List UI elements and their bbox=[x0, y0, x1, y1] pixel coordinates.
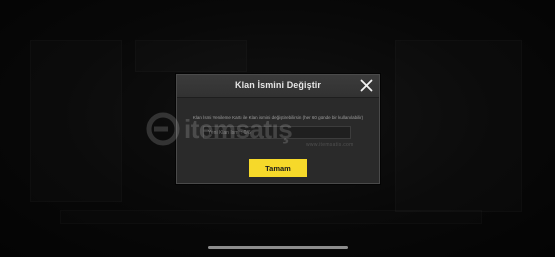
dialog-header: Klan İsmini Değiştir bbox=[177, 75, 379, 98]
game-screen: Klan İsmini Değiştir Klan İsmi Yenileme … bbox=[0, 0, 555, 257]
dialog-title: Klan İsmini Değiştir bbox=[234, 80, 322, 90]
ok-button[interactable]: Tamam bbox=[249, 159, 307, 177]
home-indicator[interactable] bbox=[208, 246, 348, 249]
clan-name-input[interactable] bbox=[203, 126, 351, 139]
close-button[interactable] bbox=[359, 78, 374, 93]
rename-clan-dialog: Klan İsmini Değiştir Klan İsmi Yenileme … bbox=[176, 74, 380, 184]
dialog-description: Klan İsmi Yenileme Kartı ile Klan ismini… bbox=[192, 115, 364, 120]
close-icon bbox=[360, 79, 373, 92]
